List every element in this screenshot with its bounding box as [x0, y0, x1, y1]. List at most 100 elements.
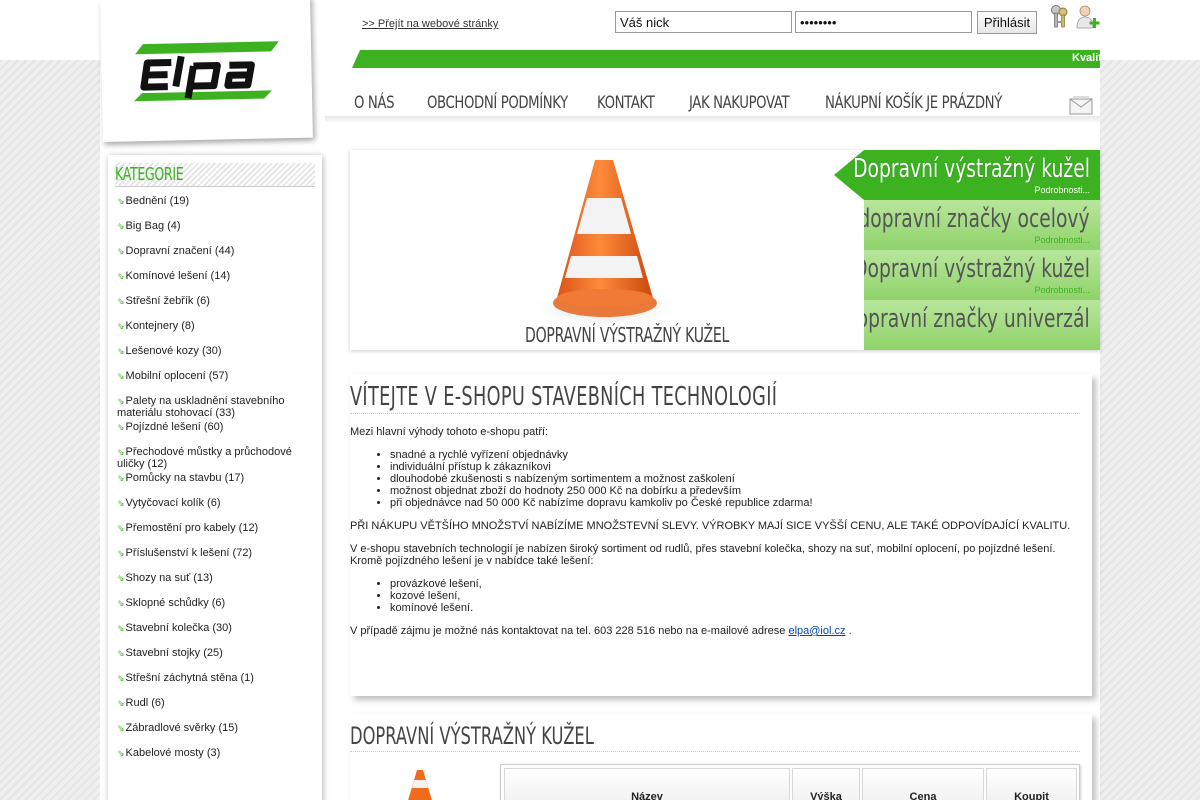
category-item[interactable]: ⇘Stavební stojky (25)	[108, 645, 322, 670]
arrow-icon: ⇘	[117, 447, 125, 457]
category-label: Pojízdné lešení (60)	[125, 421, 224, 433]
category-label: Střešní žebřík (6)	[125, 295, 210, 307]
category-item[interactable]: ⇘Kontejnery (8)	[108, 318, 322, 343]
arrow-icon: ⇘	[117, 371, 125, 381]
category-label: Zábradlové svěrky (15)	[125, 722, 239, 734]
product-heading-bar: DOPRAVNÍ VÝSTRAŽNÝ KUŽEL	[350, 722, 1080, 752]
register-user-icon[interactable]	[1075, 4, 1101, 30]
category-label: Kontejnery (8)	[125, 320, 195, 332]
column-header-price[interactable]: Cena	[862, 768, 984, 800]
menu-item-terms[interactable]: OBCHODNÍ PODMÍNKY	[427, 93, 568, 113]
category-label: Rudl (6)	[125, 697, 165, 709]
welcome-body: Mezi hlavní výhody tohoto e-shopu patří:…	[350, 426, 1080, 648]
arrow-icon: ⇘	[117, 698, 125, 708]
category-label: Vytyčovací kolík (6)	[125, 497, 221, 509]
arrow-icon: ⇘	[117, 748, 125, 758]
category-item[interactable]: ⇘Pojízdné lešení (60)	[108, 419, 322, 444]
category-label: Sklopné schůdky (6)	[125, 597, 226, 609]
slider-tab-4[interactable]: Podstavec pro dopravní značky univerzál	[864, 300, 1100, 350]
slider-tab-1[interactable]: Dopravní výstražný kužel Podrobnosti...	[834, 150, 1100, 200]
category-list: ⇘Bednění (19) ⇘Big Bag (4) ⇘Dopravní znače…	[108, 193, 322, 770]
category-item[interactable]: ⇘Palety na uskladnění stavebního materiá…	[108, 393, 322, 419]
arrow-icon: ⇘	[117, 396, 125, 406]
category-item[interactable]: ⇘Přechodové můstky a průchodové uličky (…	[108, 444, 322, 470]
arrow-icon: ⇘	[117, 523, 125, 533]
category-item[interactable]: ⇘Mobilní oplocení (57)	[108, 368, 322, 393]
discount-text: PŘI NÁKUPU VĚTŠÍHO MNOŽSTVÍ NABÍZÍME MNO…	[350, 520, 1071, 532]
arrow-icon: ⇘	[117, 723, 125, 733]
slide-caption: DOPRAVNÍ VÝSTRAŽNÝ KUŽEL	[525, 323, 730, 347]
category-item[interactable]: ⇘Komínové lešení (14)	[108, 268, 322, 293]
category-label: Palety na uskladnění stavebního materiál…	[117, 395, 285, 419]
category-item[interactable]: ⇘Shozy na suť (13)	[108, 570, 322, 595]
category-item[interactable]: ⇘Střešní záchytná stěna (1)	[108, 670, 322, 695]
category-label: Shozy na suť (13)	[125, 572, 213, 584]
menu-item-how-to-buy[interactable]: JAK NAKUPOVAT	[689, 93, 790, 113]
welcome-section: VÍTEJTE V E-SHOPU STAVEBNÍCH TECHNOLOGIÍ…	[350, 374, 1092, 696]
slider-tab-detail[interactable]: Podrobnosti...	[1034, 235, 1090, 245]
arrow-icon: ⇘	[117, 346, 125, 356]
arrow-icon: ⇘	[117, 673, 125, 683]
password-input[interactable]	[795, 11, 972, 33]
category-item[interactable]: ⇘Big Bag (4)	[108, 218, 322, 243]
product-cone-thumbnail[interactable]	[405, 770, 435, 800]
arrow-icon: ⇘	[117, 623, 125, 633]
website-link[interactable]: >> Přejít na webové stránky	[362, 18, 498, 30]
slider-tab-2[interactable]: Úchyt pro dopravní značky ocelový Podrob…	[864, 200, 1100, 250]
keys-icon[interactable]	[1048, 4, 1070, 30]
menu-item-contact[interactable]: KONTAKT	[597, 93, 655, 113]
arrow-icon: ⇘	[117, 246, 125, 256]
arrow-icon: ⇘	[117, 296, 125, 306]
category-item[interactable]: ⇘Pomůcky na stavbu (17)	[108, 470, 322, 495]
category-item[interactable]: ⇘Příslušenství k lešení (72)	[108, 545, 322, 570]
menu-item-about[interactable]: O NÁS	[354, 93, 395, 113]
main-menu: O NÁS OBCHODNÍ PODMÍNKY KONTAKT JAK NAKU…	[325, 88, 1100, 122]
welcome-heading: VÍTEJTE V E-SHOPU STAVEBNÍCH TECHNOLOGIÍ	[350, 382, 778, 412]
arrow-icon: ⇘	[117, 648, 125, 658]
marquee-strip: Kvalit	[352, 50, 1100, 68]
featured-slider: DOPRAVNÍ VÝSTRAŽNÝ KUŽEL Dopravní výstra…	[350, 150, 1100, 350]
elpa-logo	[134, 41, 279, 102]
category-label: Stavební kolečka (30)	[125, 622, 232, 634]
slider-tab-detail[interactable]: Podrobnosti...	[1034, 185, 1090, 195]
menu-item-cart[interactable]: NÁKUPNÍ KOŠÍK JE PRÁZDNÝ	[825, 93, 1002, 113]
slider-tab-3[interactable]: Dopravní výstražný kužel Podrobnosti...	[864, 250, 1100, 300]
product-section: DOPRAVNÍ VÝSTRAŽNÝ KUŽEL Název Výška Cen…	[350, 714, 1092, 800]
email-link[interactable]: elpa@iol.cz	[788, 625, 845, 637]
category-item[interactable]: ⇘Vytyčovací kolík (6)	[108, 495, 322, 520]
category-item[interactable]: ⇘Přemostění pro kabely (12)	[108, 520, 322, 545]
logo-card[interactable]	[100, 0, 313, 142]
category-label: Stavební stojky (25)	[125, 647, 223, 659]
list-item: kozové lešení,	[390, 590, 1080, 602]
login-button[interactable]: Přihlásit	[977, 11, 1037, 34]
arrow-icon: ⇘	[117, 221, 125, 231]
welcome-intro: Mezi hlavní výhody tohoto e-shopu patří:	[350, 426, 549, 438]
category-item[interactable]: ⇘Rudl (6)	[108, 695, 322, 720]
benefits-list: snadné a rychlé vyřízení objednávkyindiv…	[390, 449, 1080, 509]
category-label: Pomůcky na stavbu (17)	[125, 472, 245, 484]
category-label: Dopravní značení (44)	[125, 245, 235, 257]
traffic-cone-image[interactable]	[525, 158, 685, 328]
category-item[interactable]: ⇘Sklopné schůdky (6)	[108, 595, 322, 620]
arrow-icon: ⇘	[117, 598, 125, 608]
category-item[interactable]: ⇘Bednění (19)	[108, 193, 322, 218]
category-item[interactable]: ⇘Lešenové kozy (30)	[108, 343, 322, 368]
arrow-icon: ⇘	[117, 271, 125, 281]
list-item: dlouhodobé zkušenosti s nabízeným sortim…	[390, 473, 1080, 485]
category-heading: KATEGORIE	[115, 164, 184, 185]
category-item[interactable]: ⇘Zábradlové svěrky (15)	[108, 720, 322, 745]
category-label: Komínové lešení (14)	[125, 270, 231, 282]
product-heading: DOPRAVNÍ VÝSTRAŽNÝ KUŽEL	[350, 722, 594, 750]
nick-input[interactable]	[615, 11, 792, 33]
category-item[interactable]: ⇘Dopravní značení (44)	[108, 243, 322, 268]
category-label: Big Bag (4)	[125, 220, 181, 232]
category-item[interactable]: ⇘Stavební kolečka (30)	[108, 620, 322, 645]
mail-icon[interactable]	[1069, 94, 1093, 116]
welcome-heading-bar: VÍTEJTE V E-SHOPU STAVEBNÍCH TECHNOLOGIÍ	[350, 382, 1080, 414]
category-item[interactable]: ⇘Střešní žebřík (6)	[108, 293, 322, 318]
contact-paragraph: V případě zájmu je možné nás kontaktovat…	[350, 625, 1080, 637]
slider-tab-detail[interactable]: Podrobnosti...	[1034, 285, 1090, 295]
category-item[interactable]: ⇘Kabelové mosty (3)	[108, 745, 322, 770]
arrow-icon: ⇘	[117, 498, 125, 508]
column-header-height[interactable]: Výška	[792, 768, 860, 800]
